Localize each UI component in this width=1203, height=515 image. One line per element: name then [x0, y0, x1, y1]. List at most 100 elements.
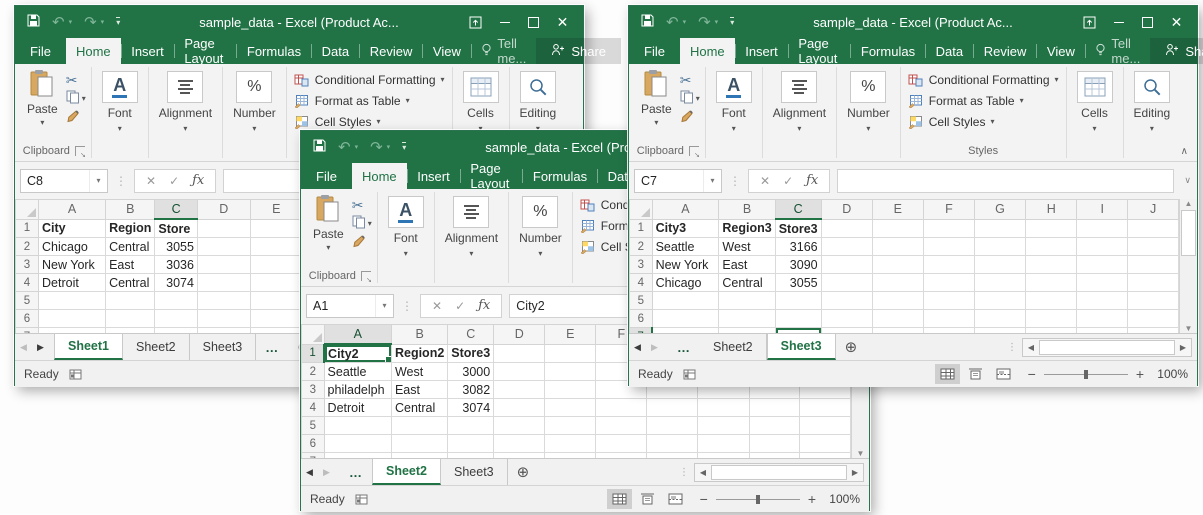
save-icon[interactable]	[27, 14, 40, 30]
redo-dropdown-icon[interactable]: ▾	[101, 18, 105, 26]
cell-a2[interactable]: Seattle	[652, 238, 719, 256]
name-box-dropdown-icon[interactable]: ▾	[703, 170, 721, 192]
ribbon-tab-page-layout[interactable]: Page Layout	[174, 38, 236, 64]
cell-a6[interactable]	[324, 435, 391, 453]
ribbon-tab-file[interactable]: File	[15, 38, 66, 64]
column-header-h[interactable]: H	[1026, 200, 1077, 220]
cell-h4[interactable]	[698, 399, 749, 417]
scroll-left-icon[interactable]: ◀	[1023, 343, 1039, 352]
cell-j5[interactable]	[1128, 292, 1179, 310]
cell-c4[interactable]: 3074	[448, 399, 494, 417]
column-header-c[interactable]: C	[155, 200, 198, 220]
cell-b6[interactable]	[106, 310, 155, 328]
zoom-out-icon[interactable]: −	[700, 492, 708, 506]
cell-f5[interactable]	[923, 292, 974, 310]
cell-j6[interactable]	[800, 435, 851, 453]
cell-d1[interactable]	[197, 219, 250, 238]
cell-g5[interactable]	[647, 417, 698, 435]
cell-b1[interactable]: Region	[106, 219, 155, 238]
cell-h4[interactable]	[1026, 274, 1077, 292]
row-header-2[interactable]: 2	[16, 238, 39, 256]
select-all-corner[interactable]	[630, 200, 653, 220]
cell-a3[interactable]: philadelph	[324, 381, 391, 399]
tell-me-box[interactable]: Tell me...	[471, 38, 536, 64]
column-header-b[interactable]: B	[391, 325, 447, 345]
cell-e4[interactable]	[545, 399, 596, 417]
cell-d3[interactable]	[821, 256, 872, 274]
maximize-button[interactable]	[519, 6, 548, 38]
page-break-preview-button[interactable]	[663, 489, 688, 509]
name-box-dropdown-icon[interactable]: ▾	[375, 295, 393, 317]
cut-button[interactable]: ✂	[352, 198, 372, 211]
sheet-tab-sheet3[interactable]: Sheet3	[767, 334, 836, 360]
cell-a6[interactable]	[652, 310, 719, 328]
ribbon-tab-review[interactable]: Review	[974, 38, 1037, 64]
sheet-tab-sheet3[interactable]: Sheet3	[190, 334, 257, 360]
cell-e3[interactable]	[250, 256, 302, 274]
cell-f3[interactable]	[923, 256, 974, 274]
cell-d4[interactable]	[821, 274, 872, 292]
cell-j4[interactable]	[1128, 274, 1179, 292]
cancel-icon[interactable]: ✕	[146, 174, 156, 188]
cell-j3[interactable]	[1128, 256, 1179, 274]
cancel-icon[interactable]: ✕	[760, 174, 770, 188]
row-header-4[interactable]: 4	[16, 274, 39, 292]
horizontal-scrollbar[interactable]: ◀ ▶	[694, 463, 864, 482]
cell-e1[interactable]	[250, 219, 302, 238]
page-break-preview-button[interactable]	[991, 364, 1016, 384]
previous-sheet-icon[interactable]: ◀	[629, 334, 646, 360]
cell-d6[interactable]	[494, 435, 545, 453]
ribbon-tab-insert[interactable]: Insert	[121, 38, 174, 64]
cell-j1[interactable]	[1128, 219, 1179, 238]
fill-handle[interactable]	[385, 356, 392, 363]
row-header-2[interactable]: 2	[302, 363, 325, 381]
column-header-b[interactable]: B	[719, 200, 775, 220]
column-header-b[interactable]: B	[106, 200, 155, 220]
scroll-right-icon[interactable]: ▶	[1175, 343, 1191, 352]
cell-b1[interactable]: Region3	[719, 219, 775, 238]
row-header-5[interactable]: 5	[16, 292, 39, 310]
cell-i2[interactable]	[1077, 238, 1128, 256]
cell-b1[interactable]: Region2	[391, 344, 447, 363]
cell-c6[interactable]	[448, 435, 494, 453]
row-header-3[interactable]: 3	[16, 256, 39, 274]
cell-d2[interactable]	[821, 238, 872, 256]
cell-b3[interactable]: East	[391, 381, 447, 399]
cell-j6[interactable]	[1128, 310, 1179, 328]
font-button[interactable]: A Font ▾	[709, 66, 759, 133]
share-button[interactable]: Share	[1150, 38, 1203, 64]
cell-c3[interactable]: 3090	[775, 256, 821, 274]
paste-button[interactable]: Paste ▾	[306, 191, 351, 252]
customize-quick-access-icon[interactable]: ▾	[402, 142, 406, 152]
column-header-a[interactable]: A	[652, 200, 719, 220]
cell-a4[interactable]: Detroit	[324, 399, 391, 417]
zoom-in-icon[interactable]: +	[808, 492, 816, 506]
alignment-button[interactable]: Alignment ▾	[766, 66, 833, 133]
cell-h2[interactable]	[1026, 238, 1077, 256]
next-sheet-icon[interactable]: ▶	[646, 334, 663, 360]
zoom-in-icon[interactable]: +	[1136, 367, 1144, 381]
cell-c3[interactable]: 3036	[155, 256, 198, 274]
column-header-a[interactable]: A	[324, 325, 391, 345]
cell-j2[interactable]	[1128, 238, 1179, 256]
ribbon-tab-home[interactable]: Home	[680, 38, 735, 64]
cell-e6[interactable]	[250, 310, 302, 328]
copy-button[interactable]: ▾	[66, 92, 86, 105]
cell-b3[interactable]: East	[106, 256, 155, 274]
macro-record-icon[interactable]	[683, 369, 696, 380]
cell-j4[interactable]	[800, 399, 851, 417]
insert-function-icon[interactable]: ƒx	[806, 173, 818, 188]
redo-dropdown-icon[interactable]: ▾	[387, 143, 391, 151]
page-layout-view-button[interactable]	[963, 364, 988, 384]
ribbon-tab-review[interactable]: Review	[360, 38, 423, 64]
zoom-slider-thumb[interactable]	[756, 495, 760, 504]
cell-a5[interactable]	[39, 292, 106, 310]
save-icon[interactable]	[313, 139, 326, 155]
name-box[interactable]: C8 ▾	[20, 169, 108, 193]
cell-g4[interactable]	[647, 399, 698, 417]
cell-d5[interactable]	[494, 417, 545, 435]
cell-h5[interactable]	[1026, 292, 1077, 310]
column-header-a[interactable]: A	[39, 200, 106, 220]
row-header-5[interactable]: 5	[630, 292, 653, 310]
horizontal-scroll-thumb[interactable]	[711, 465, 847, 480]
